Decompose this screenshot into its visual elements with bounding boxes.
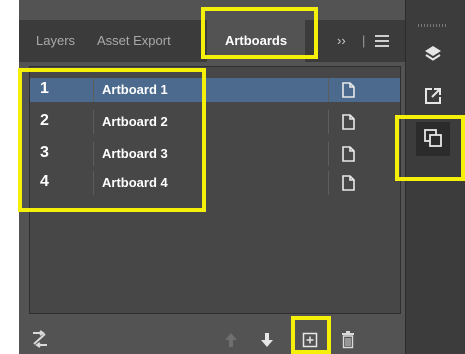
tab-artboards[interactable]: Artboards (207, 20, 305, 62)
column-divider (328, 171, 329, 195)
artboard-name[interactable]: Artboard 2 (102, 114, 168, 129)
tab-layers[interactable]: Layers (36, 20, 75, 62)
column-divider (93, 110, 94, 134)
artboard-row[interactable]: 3 Artboard 3 (30, 142, 400, 166)
layers-icon (423, 44, 443, 64)
tab-divider: | (362, 33, 366, 48)
artboard-name[interactable]: Artboard 3 (102, 146, 168, 161)
artboard-row[interactable]: 4 Artboard 4 (30, 171, 400, 195)
artboard-options-icon[interactable] (342, 114, 356, 130)
asset-export-icon (423, 86, 443, 106)
column-divider (93, 78, 94, 102)
artboards-icon (423, 128, 443, 148)
column-divider (328, 142, 329, 166)
artboard-number: 3 (40, 144, 49, 161)
column-divider (328, 110, 329, 134)
artboard-row[interactable]: 2 Artboard 2 (30, 110, 400, 134)
artboard-number: 4 (40, 173, 49, 190)
move-up-icon[interactable] (224, 332, 238, 348)
rearrange-icon[interactable] (31, 330, 49, 348)
artboard-options-icon[interactable] (342, 146, 356, 162)
tab-asset-export[interactable]: Asset Export (97, 20, 171, 62)
move-down-icon[interactable] (260, 332, 274, 348)
dock-artboards-button[interactable] (416, 122, 450, 156)
artboard-options-icon[interactable] (342, 175, 356, 191)
column-divider (93, 142, 94, 166)
screenshot-frame: Layers Asset Export Artboards ›› | 1 Art… (0, 0, 465, 354)
artboard-options-icon[interactable] (342, 82, 356, 98)
artboard-name[interactable]: Artboard 4 (102, 175, 168, 190)
artboard-number: 2 (40, 112, 49, 129)
dock-asset-export-button[interactable] (416, 80, 450, 114)
dock-grip[interactable] (418, 24, 448, 27)
artboard-number: 1 (40, 80, 49, 97)
dock-layers-button[interactable] (416, 38, 450, 72)
column-divider (328, 78, 329, 102)
tab-overflow-button[interactable]: ›› (337, 20, 346, 62)
artboard-name[interactable]: Artboard 1 (102, 82, 168, 97)
panel-menu-icon[interactable] (374, 34, 390, 48)
new-artboard-icon[interactable] (302, 332, 318, 348)
delete-icon[interactable] (341, 331, 355, 349)
column-divider (93, 171, 94, 195)
artboard-row[interactable]: 1 Artboard 1 (30, 78, 400, 102)
